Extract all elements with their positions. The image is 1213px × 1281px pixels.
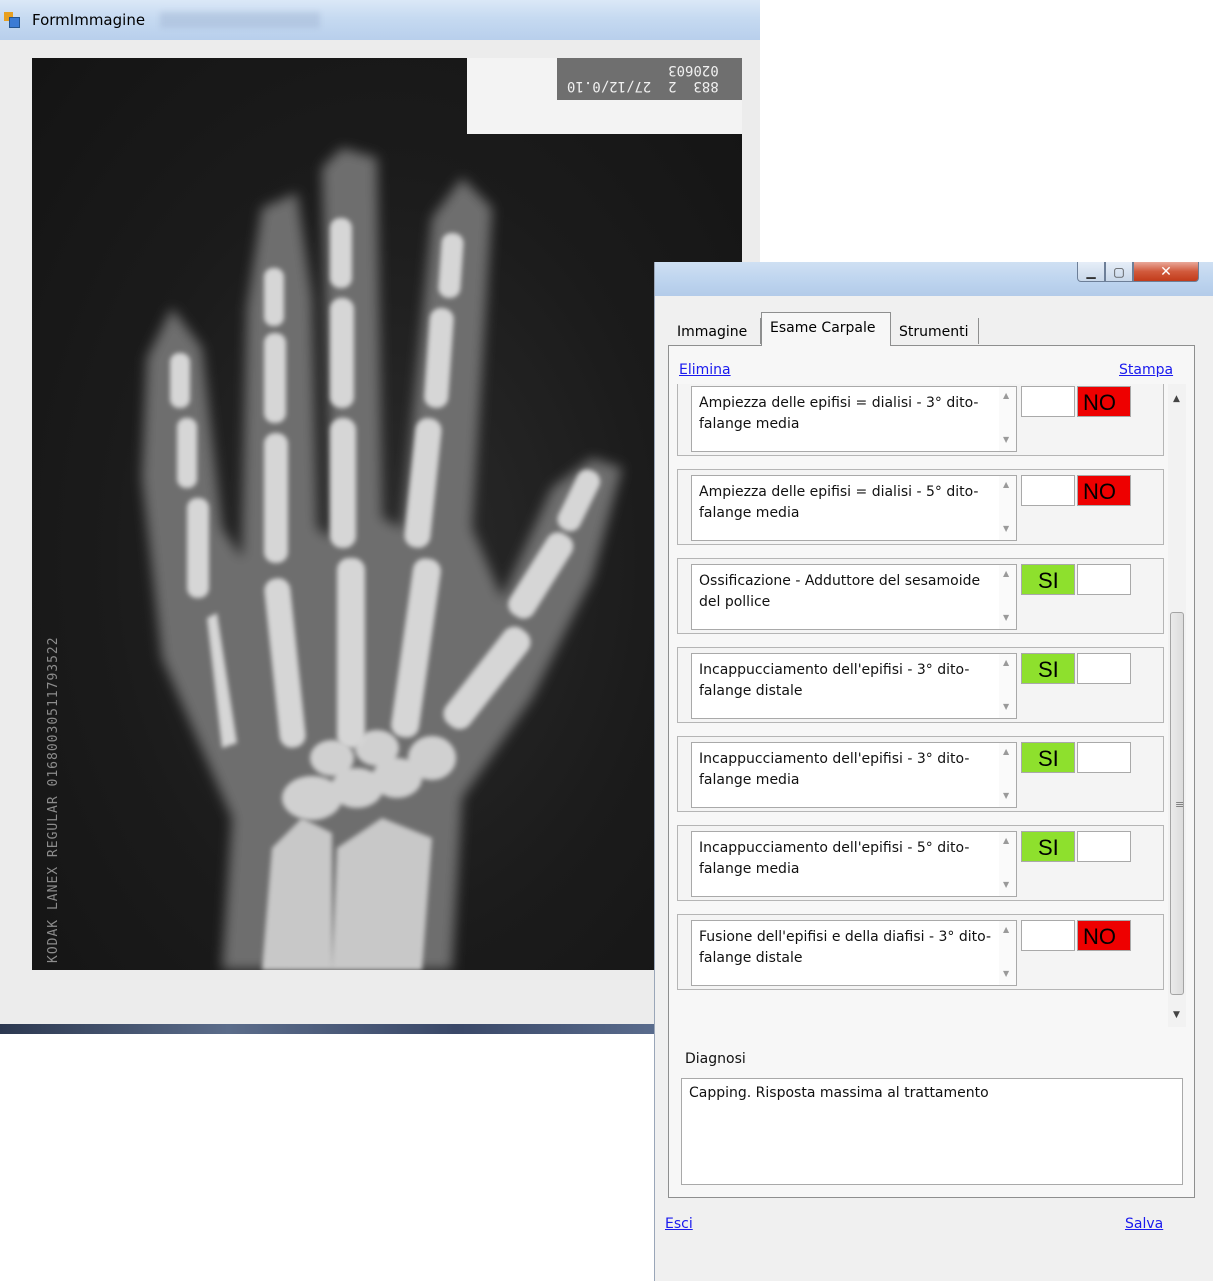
scroll-up-icon[interactable]: ▲ [1003, 658, 1009, 667]
no-button[interactable]: NO [1077, 475, 1131, 506]
criteria-item-7: Fusione dell'epifisi e della diafisi - 3… [677, 914, 1164, 990]
tab-immagine[interactable]: Immagine [669, 318, 761, 344]
scroll-up-icon[interactable]: ▲ [1003, 836, 1009, 845]
minimize-icon[interactable]: ▁ [1077, 262, 1105, 282]
scroll-up-icon[interactable]: ▲ [1173, 394, 1180, 404]
titlebar[interactable]: FormImmagine [0, 0, 760, 40]
app-icon [4, 12, 20, 28]
criteria-scrollbar[interactable]: ▲ ≡ ▼ [1168, 384, 1186, 1027]
scroll-down-icon[interactable]: ▼ [1003, 880, 1009, 889]
criteria-text-box[interactable]: Ossificazione - Adduttore del sesamoide … [691, 564, 1017, 630]
salva-link[interactable]: Salva [1125, 1216, 1163, 1232]
si-button[interactable]: SI [1021, 831, 1075, 862]
criteria-text-box[interactable]: Incappucciamento dell'epifisi - 5° dito-… [691, 831, 1017, 897]
scroll-up-icon[interactable]: ▲ [1003, 925, 1009, 934]
criteria-text-box[interactable]: Fusione dell'epifisi e della diafisi - 3… [691, 920, 1017, 986]
window-bottom-edge [0, 1024, 760, 1034]
maximize-icon[interactable]: ▢ [1105, 262, 1133, 282]
criteria-text-box[interactable]: Ampiezza delle epifisi = dialisi - 3° di… [691, 386, 1017, 452]
criteria-text: Ampiezza delle epifisi = dialisi - 3° di… [699, 395, 979, 432]
diagnosi-textbox[interactable]: Capping. Risposta massima al trattamento [681, 1078, 1183, 1185]
scroll-down-icon[interactable]: ▼ [1003, 613, 1009, 622]
esci-link[interactable]: Esci [665, 1216, 693, 1232]
scroll-up-icon[interactable]: ▲ [1003, 391, 1009, 400]
si-button[interactable] [1021, 386, 1075, 417]
xray-id-label: 883 2 27/12/0.10 020603 [467, 58, 742, 134]
scroll-down-icon[interactable]: ▼ [1003, 702, 1009, 711]
criteria-text-box[interactable]: Incappucciamento dell'epifisi - 3° dito-… [691, 742, 1017, 808]
no-button[interactable] [1077, 742, 1131, 773]
esame-carpale-window: ▁ ▢ ✕ Immagine Esame Carpale Strumenti E… [654, 262, 1213, 1281]
xray-image: 883 2 27/12/0.10 020603 KODAK LANEX REGU… [32, 58, 742, 970]
grip-icon: ≡ [1175, 798, 1185, 811]
si-button[interactable] [1021, 920, 1075, 951]
no-button[interactable] [1077, 831, 1131, 862]
criteria-item-1: Ampiezza delle epifisi = dialisi - 3° di… [677, 384, 1164, 456]
criteria-text-box[interactable]: Ampiezza delle epifisi = dialisi - 5° di… [691, 475, 1017, 541]
film-brand-text: KODAK LANEX REGULAR 01680030511793522 [46, 636, 61, 963]
scroll-up-icon[interactable]: ▲ [1003, 747, 1009, 756]
diagnosi-label: Diagnosi [685, 1051, 746, 1067]
no-button[interactable] [1077, 564, 1131, 595]
criteria-text: Incappucciamento dell'epifisi - 3° dito-… [699, 751, 970, 788]
diagnosi-text: Capping. Risposta massima al trattamento [689, 1085, 989, 1101]
scroll-down-icon[interactable]: ▼ [1003, 524, 1009, 533]
criteria-item-3: Ossificazione - Adduttore del sesamoide … [677, 558, 1164, 634]
scroll-down-icon[interactable]: ▼ [1173, 1010, 1180, 1020]
criteria-list[interactable]: ▼ Ampiezza delle epifisi = dialisi - 3° … [677, 384, 1186, 1027]
criteria-text: Ossificazione - Adduttore del sesamoide … [699, 573, 981, 610]
criteria-text: Ampiezza delle epifisi = dialisi - 5° di… [699, 484, 979, 521]
no-button[interactable]: NO [1077, 920, 1131, 951]
stampa-link[interactable]: Stampa [1119, 362, 1173, 378]
form-immagine-window: FormImmagine 883 2 27/12/0.10 020603 KOD… [0, 0, 760, 1034]
tab-strumenti[interactable]: Strumenti [891, 318, 979, 344]
si-button[interactable]: SI [1021, 564, 1075, 595]
titlebar[interactable]: ▁ ▢ ✕ [655, 262, 1213, 296]
tab-esame-carpale[interactable]: Esame Carpale [761, 312, 891, 346]
criteria-text: Incappucciamento dell'epifisi - 5° dito-… [699, 840, 970, 877]
scroll-down-icon[interactable]: ▼ [1003, 435, 1009, 444]
elimina-link[interactable]: Elimina [679, 362, 731, 378]
xray-label-text: 883 2 27/12/0.10 020603 [567, 62, 719, 94]
criteria-item-4: Incappucciamento dell'epifisi - 3° dito-… [677, 647, 1164, 723]
criteria-text: Fusione dell'epifisi e della diafisi - 3… [699, 929, 991, 966]
scroll-up-icon[interactable]: ▲ [1003, 569, 1009, 578]
scroll-down-icon[interactable]: ▼ [1003, 969, 1009, 978]
esame-carpale-panel: Elimina Stampa ▼ Ampiezza delle epifisi … [668, 345, 1195, 1198]
scrollbar-thumb[interactable]: ≡ [1170, 612, 1184, 995]
si-button[interactable]: SI [1021, 742, 1075, 773]
criteria-item-2: Ampiezza delle epifisi = dialisi - 5° di… [677, 469, 1164, 545]
criteria-text: Incappucciamento dell'epifisi - 3° dito-… [699, 662, 970, 699]
scroll-up-icon[interactable]: ▲ [1003, 480, 1009, 489]
criteria-text-box[interactable]: Incappucciamento dell'epifisi - 3° dito-… [691, 653, 1017, 719]
scroll-down-icon[interactable]: ▼ [1003, 791, 1009, 800]
blurred-title-text [160, 12, 320, 28]
no-button[interactable]: NO [1077, 386, 1131, 417]
si-button[interactable] [1021, 475, 1075, 506]
criteria-item-6: Incappucciamento dell'epifisi - 5° dito-… [677, 825, 1164, 901]
criteria-item-5: Incappucciamento dell'epifisi - 3° dito-… [677, 736, 1164, 812]
no-button[interactable] [1077, 653, 1131, 684]
window-title: FormImmagine [32, 11, 146, 29]
close-icon[interactable]: ✕ [1133, 262, 1199, 282]
si-button[interactable]: SI [1021, 653, 1075, 684]
